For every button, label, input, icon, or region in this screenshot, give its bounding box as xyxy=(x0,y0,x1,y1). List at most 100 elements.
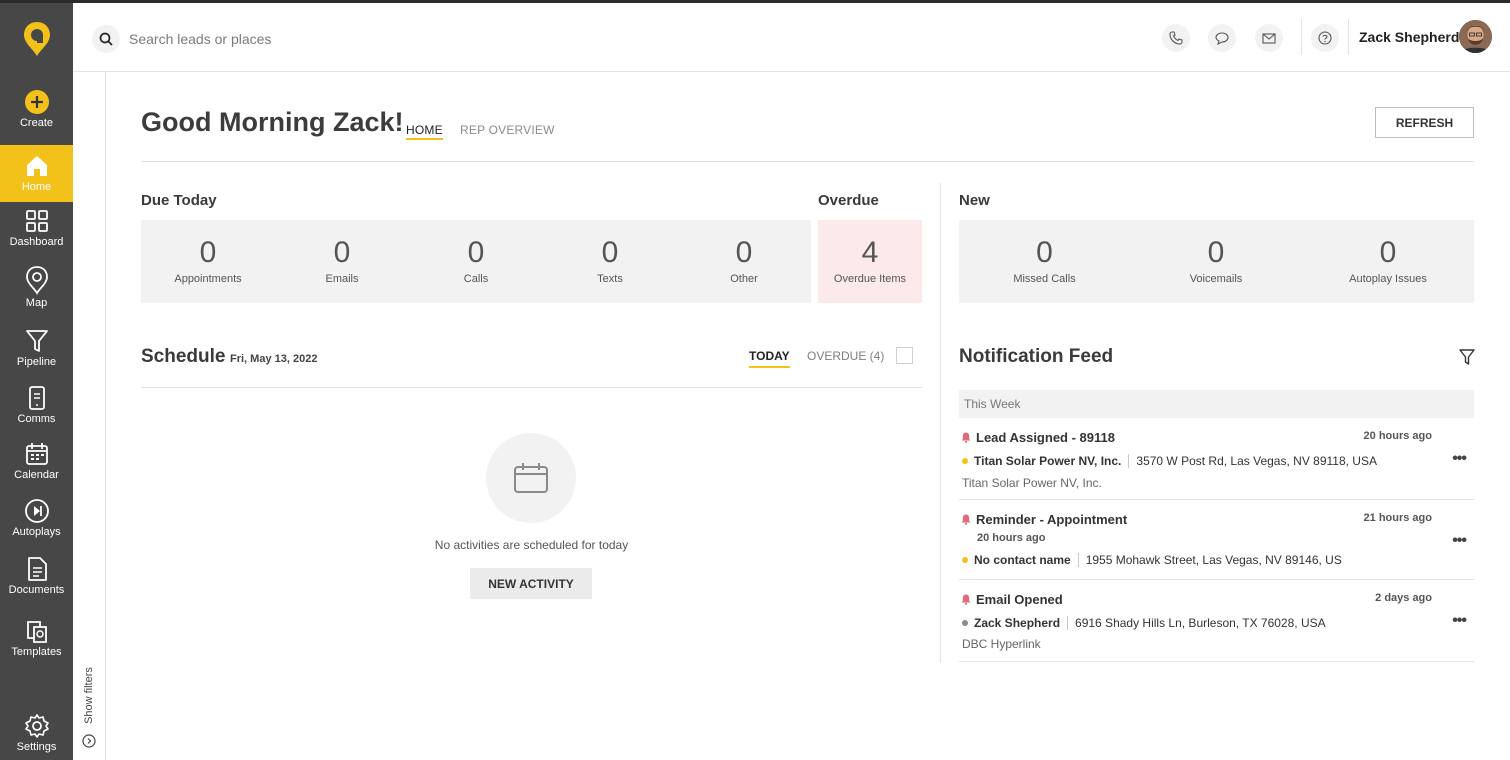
stat-other[interactable]: 0 Other xyxy=(677,220,811,285)
contact-address[interactable]: 3570 W Post Rd, Las Vegas, NV 89118, USA xyxy=(1136,454,1377,468)
new-stats: 0 Missed Calls 0 Voicemails 0 Autoplay I… xyxy=(959,220,1474,303)
new-activity-button[interactable]: NEW ACTIVITY xyxy=(470,568,592,599)
stat-overdue-items[interactable]: 4 Overdue Items xyxy=(818,220,922,285)
envelope-icon xyxy=(1262,33,1276,44)
sidebar: Create Home Dashboard Map Pipeline Comms… xyxy=(0,3,73,760)
sidebar-item-create[interactable]: Create xyxy=(0,89,73,139)
tab-home[interactable]: HOME xyxy=(406,123,443,140)
sidebar-item-settings[interactable]: Settings xyxy=(0,713,73,758)
stat-value: 0 xyxy=(333,236,351,269)
stat-missed-calls[interactable]: 0 Missed Calls xyxy=(959,220,1130,285)
notification-title: Lead Assigned - 89118 xyxy=(976,430,1115,445)
notification-item[interactable]: Lead Assigned - 89118 20 hours ago ••• T… xyxy=(959,418,1474,500)
refresh-button[interactable]: REFRESH xyxy=(1375,107,1474,138)
home-icon xyxy=(26,156,47,176)
status-dot xyxy=(962,557,968,563)
stat-autoplay-issues[interactable]: 0 Autoplay Issues xyxy=(1302,220,1474,285)
show-filters-toggle[interactable]: Show filters xyxy=(73,72,106,760)
plus-circle-icon xyxy=(24,90,49,114)
sidebar-item-calendar[interactable]: Calendar xyxy=(0,441,73,491)
contact-address[interactable]: 1955 Mohawk Street, Las Vegas, NV 89146,… xyxy=(1086,553,1342,567)
due-today-title: Due Today xyxy=(141,192,217,209)
stat-emails[interactable]: 0 Emails xyxy=(275,220,409,285)
stat-label: Texts xyxy=(597,273,623,285)
stat-value: 0 xyxy=(467,236,485,269)
stat-label: Other xyxy=(730,273,758,285)
stat-voicemails[interactable]: 0 Voicemails xyxy=(1130,220,1302,285)
sidebar-item-dashboard[interactable]: Dashboard xyxy=(0,208,73,258)
phone-chat-icon xyxy=(28,386,45,410)
notification-item[interactable]: Reminder - Appointment 21 hours ago 20 h… xyxy=(959,500,1474,580)
divider xyxy=(141,387,922,388)
calendar-icon xyxy=(514,463,548,493)
sidebar-item-label: Autoplays xyxy=(12,526,61,538)
search-button[interactable] xyxy=(92,25,120,53)
sidebar-item-comms[interactable]: Comms xyxy=(0,385,73,435)
stat-label: Emails xyxy=(325,273,359,285)
more-options-icon[interactable]: ••• xyxy=(1452,532,1467,550)
stat-value: 0 xyxy=(735,236,753,269)
help-icon xyxy=(1318,31,1332,45)
new-title: New xyxy=(959,192,990,209)
notification-contact-line: No contact name 1955 Mohawk Street, Las V… xyxy=(962,553,1342,567)
app-window: Create Home Dashboard Map Pipeline Comms… xyxy=(0,0,1510,760)
column-divider xyxy=(940,183,941,663)
notification-item[interactable]: Email Opened 2 days ago ••• Zack Shepher… xyxy=(959,580,1474,662)
schedule-date: Fri, May 13, 2022 xyxy=(230,353,318,365)
empty-state-text: No activities are scheduled for today xyxy=(434,538,629,552)
more-options-icon[interactable]: ••• xyxy=(1452,450,1467,468)
tab-rep-overview[interactable]: REP OVERVIEW xyxy=(460,123,555,137)
sidebar-item-map[interactable]: Map xyxy=(0,265,73,320)
divider xyxy=(141,161,1474,162)
contact-address[interactable]: 6916 Shady Hills Ln, Burleson, TX 76028,… xyxy=(1075,616,1326,630)
phone-icon xyxy=(1169,31,1183,45)
notification-time: 21 hours ago xyxy=(1363,512,1432,524)
stat-label: Missed Calls xyxy=(1013,273,1076,285)
schedule-title: Schedule xyxy=(141,346,226,367)
schedule-checkbox[interactable] xyxy=(896,347,913,364)
document-icon xyxy=(27,557,47,581)
tab-today[interactable]: TODAY xyxy=(749,349,790,368)
stat-label: Voicemails xyxy=(1189,273,1243,285)
help-button[interactable] xyxy=(1311,24,1339,52)
sidebar-item-documents[interactable]: Documents xyxy=(0,556,73,606)
phone-button[interactable] xyxy=(1162,24,1190,52)
sidebar-item-pipeline[interactable]: Pipeline xyxy=(0,328,73,378)
sidebar-item-label: Templates xyxy=(11,646,62,658)
sidebar-item-label: Documents xyxy=(8,584,65,596)
empty-state-illustration xyxy=(486,433,576,523)
contact-name[interactable]: Zack Shepherd xyxy=(974,616,1060,630)
avatar[interactable] xyxy=(1459,20,1492,53)
bell-icon xyxy=(961,514,971,525)
stat-appointments[interactable]: 0 Appointments xyxy=(141,220,275,285)
email-button[interactable] xyxy=(1255,24,1283,52)
contact-name[interactable]: Titan Solar Power NV, Inc. xyxy=(974,454,1121,468)
logo-icon[interactable] xyxy=(23,21,51,57)
divider xyxy=(1301,19,1302,55)
chevron-right-circle-icon xyxy=(82,734,96,748)
user-name[interactable]: Zack Shepherd xyxy=(1359,29,1459,45)
stat-value: 0 xyxy=(199,236,217,269)
divider xyxy=(1077,553,1079,567)
stat-label: Autoplay Issues xyxy=(1349,273,1427,285)
sidebar-item-label: Settings xyxy=(16,741,57,753)
notification-subtext: DBC Hyperlink xyxy=(962,637,1041,651)
search-input[interactable] xyxy=(129,25,529,53)
sidebar-item-templates[interactable]: Templates xyxy=(0,618,73,668)
chat-bubble-icon xyxy=(1215,32,1229,45)
map-pin-icon xyxy=(25,266,48,295)
stat-texts[interactable]: 0 Texts xyxy=(543,220,677,285)
sidebar-item-home[interactable]: Home xyxy=(0,145,73,202)
stat-calls[interactable]: 0 Calls xyxy=(409,220,543,285)
stat-value: 0 xyxy=(1379,236,1397,269)
more-options-icon[interactable]: ••• xyxy=(1452,612,1467,630)
contact-name[interactable]: No contact name xyxy=(974,553,1071,567)
overdue-stats: 4 Overdue Items xyxy=(818,220,922,303)
tab-overdue[interactable]: OVERDUE (4) xyxy=(807,349,884,363)
notification-time: 20 hours ago xyxy=(1363,430,1432,442)
chat-button[interactable] xyxy=(1208,24,1236,52)
sidebar-item-label: Home xyxy=(21,181,52,193)
filter-icon[interactable] xyxy=(1459,349,1475,365)
sidebar-item-label: Pipeline xyxy=(16,356,57,368)
sidebar-item-autoplays[interactable]: Autoplays xyxy=(0,498,73,548)
